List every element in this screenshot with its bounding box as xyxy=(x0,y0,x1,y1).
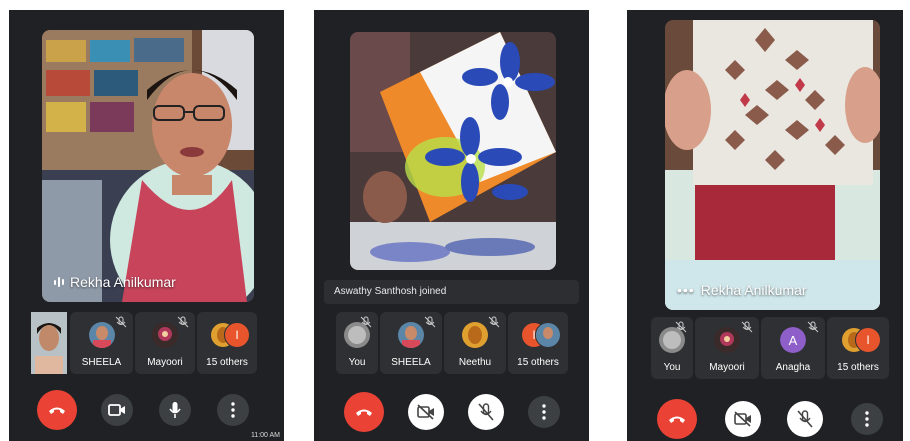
mic-toggle-button[interactable] xyxy=(787,401,823,437)
self-tile[interactable]: You xyxy=(336,312,378,374)
participant-tile-mayoori[interactable]: Mayoori xyxy=(695,317,759,379)
avatar xyxy=(535,322,561,348)
participant-name: You xyxy=(663,362,681,373)
participant-tile-neethu[interactable]: Neethu xyxy=(444,312,506,374)
participant-tile-anagha[interactable]: A Anagha xyxy=(761,317,825,379)
speaker-name-label: ••• Rekha Anilkumar xyxy=(677,282,807,298)
speaker-video[interactable]: Rekha Anilkumar xyxy=(42,30,254,302)
end-call-button[interactable] xyxy=(657,399,697,439)
more-vert-icon xyxy=(542,404,546,420)
mic-off-icon xyxy=(177,316,189,328)
participant-tile-sheela[interactable]: SHEELA xyxy=(70,312,133,374)
avatar xyxy=(714,327,740,353)
mic-toggle-button[interactable] xyxy=(159,394,191,426)
self-preview-tile[interactable] xyxy=(31,312,67,374)
participant-name: 15 others xyxy=(517,357,559,368)
participant-strip: You Mayoori A Anagha I 15 others xyxy=(627,317,903,379)
participant-name: SHEELA xyxy=(81,357,122,368)
others-avatars: I xyxy=(210,322,250,348)
camera-off-icon xyxy=(734,411,751,427)
avatar xyxy=(152,322,178,348)
participant-name: Anagha xyxy=(775,362,811,373)
more-vert-icon xyxy=(865,411,869,427)
avatar xyxy=(659,327,685,353)
participant-name: Neethu xyxy=(458,357,492,368)
more-options-button[interactable] xyxy=(528,396,560,428)
more-horiz-icon: ••• xyxy=(677,282,695,298)
avatar xyxy=(88,322,115,348)
shared-video[interactable] xyxy=(350,32,556,270)
speaker-video-image xyxy=(665,20,880,310)
hangup-icon xyxy=(669,416,685,423)
shared-video-image xyxy=(350,32,556,270)
avatar xyxy=(462,322,488,348)
end-call-button[interactable] xyxy=(344,392,384,432)
avatar-letter: A xyxy=(780,327,806,353)
more-options-button[interactable] xyxy=(851,403,883,435)
speaker-name: Rekha Anilkumar xyxy=(700,282,807,298)
speaker-video-image xyxy=(42,30,254,302)
participant-name: 15 others xyxy=(837,362,879,373)
call-controls xyxy=(9,386,284,430)
more-options-button[interactable] xyxy=(217,394,249,426)
others-avatars: I xyxy=(521,322,561,348)
participant-name: SHEELA xyxy=(391,357,431,368)
avatar xyxy=(344,322,370,348)
camera-icon xyxy=(108,404,125,416)
participant-name: 15 others xyxy=(206,357,248,368)
participant-tile-others[interactable]: I 15 others xyxy=(197,312,257,374)
hangup-icon xyxy=(49,407,65,414)
avatar: A xyxy=(780,327,806,353)
mic-off-icon xyxy=(115,316,127,328)
avatar-letter: I xyxy=(855,327,881,353)
camera-toggle-button[interactable] xyxy=(725,401,761,437)
call-controls xyxy=(314,386,589,432)
call-controls xyxy=(627,395,903,439)
mic-off-icon xyxy=(797,410,813,428)
avatar xyxy=(398,322,424,348)
participant-tile-others[interactable]: I 15 others xyxy=(827,317,889,379)
participant-tile-mayoori[interactable]: Mayoori xyxy=(135,312,195,374)
status-time: 11:00 AM xyxy=(250,432,280,439)
microphone-icon xyxy=(169,402,181,418)
participant-tile-others[interactable]: I 15 others xyxy=(508,312,568,374)
camera-toggle-button[interactable] xyxy=(408,394,444,430)
participant-name: You xyxy=(348,357,366,368)
mic-off-icon xyxy=(807,321,819,333)
participant-name: Mayoori xyxy=(147,357,183,368)
join-notification: Aswathy Santhosh joined xyxy=(324,280,579,304)
camera-off-icon xyxy=(417,404,434,420)
mic-off-icon xyxy=(488,316,500,328)
avatar-letter: I xyxy=(224,322,250,348)
self-tile[interactable]: You xyxy=(651,317,693,379)
speaker-video[interactable]: ••• Rekha Anilkumar xyxy=(665,20,880,310)
participant-strip: You SHEELA Neethu I 15 others xyxy=(314,312,589,374)
participant-name: Mayoori xyxy=(709,362,745,373)
mic-toggle-button[interactable] xyxy=(468,394,504,430)
speaker-name-label: Rekha Anilkumar xyxy=(54,274,176,290)
call-screen-3: ••• Rekha Anilkumar You Mayoori A Anagha… xyxy=(627,10,903,441)
audio-wave-icon xyxy=(54,277,64,287)
call-screen-1: Rekha Anilkumar SHEELA Mayoori I 15 othe… xyxy=(9,10,284,441)
camera-toggle-button[interactable] xyxy=(101,394,133,426)
self-preview-image xyxy=(31,312,67,374)
mic-off-icon xyxy=(741,321,753,333)
mic-off-icon xyxy=(424,316,436,328)
participant-strip: SHEELA Mayoori I 15 others xyxy=(9,312,284,374)
participant-tile-sheela[interactable]: SHEELA xyxy=(380,312,442,374)
hangup-icon xyxy=(356,409,372,416)
end-call-button[interactable] xyxy=(37,390,77,430)
more-vert-icon xyxy=(231,402,235,418)
mic-off-icon xyxy=(478,403,494,421)
call-screen-2: Aswathy Santhosh joined You SHEELA Neeth… xyxy=(314,10,589,441)
others-avatars: I xyxy=(841,327,881,353)
speaker-name: Rekha Anilkumar xyxy=(70,274,176,290)
